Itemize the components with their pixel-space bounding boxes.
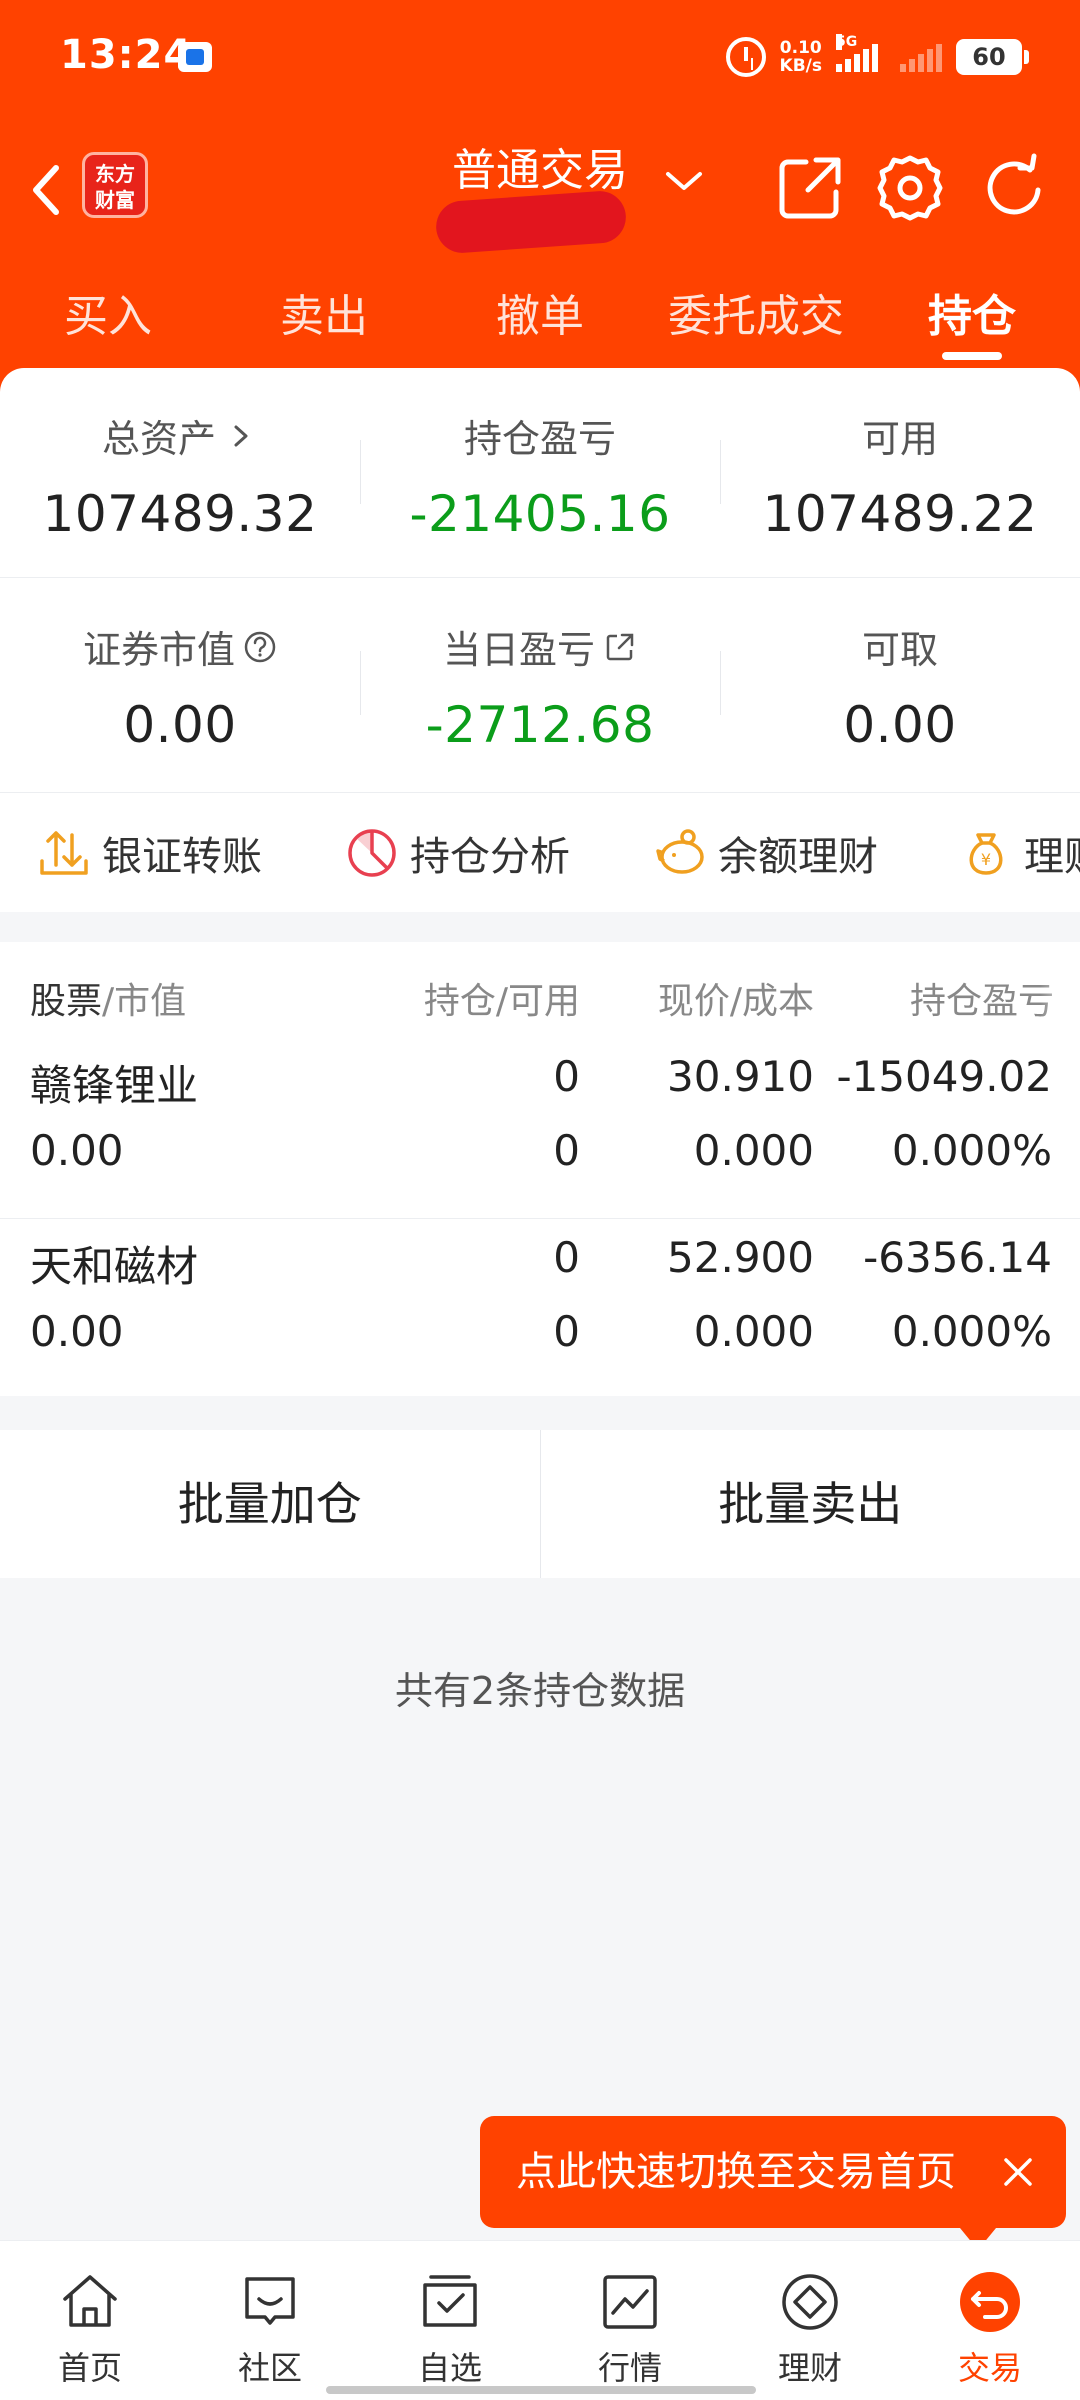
nav-home[interactable]: 首页 <box>0 2241 180 2400</box>
tab-sell[interactable]: 卖出 <box>216 280 432 360</box>
market-value: 证券市值 0.00 <box>0 579 360 789</box>
bank-transfer-button[interactable]: 银证转账 <box>36 823 262 883</box>
wealth-icon <box>782 2274 838 2330</box>
home-icon <box>63 2275 117 2327</box>
holdings-header: 股票/市值 持仓/可用 现价/成本 持仓盈亏 <box>0 942 1080 1042</box>
app-notification-icon <box>178 42 212 72</box>
external-link-icon <box>606 633 634 660</box>
transfer-icon <box>40 831 88 875</box>
piggy-bank-icon <box>656 829 704 874</box>
status-bar: 13:24 0.10 KB/s 5G 60 <box>0 0 1080 110</box>
col-position: 持仓/可用 <box>423 981 580 1022</box>
nav-wealth[interactable]: 理财 <box>720 2241 900 2400</box>
home-indicator[interactable] <box>326 2386 756 2394</box>
withdrawable: 可取 0.00 <box>720 579 1080 789</box>
total-assets[interactable]: 总资产 107489.32 <box>0 368 360 577</box>
stock-market-value: 0.00 <box>30 1126 124 1175</box>
tab-cancel[interactable]: 撤单 <box>432 280 648 360</box>
total-assets-value: 107489.32 <box>42 485 318 543</box>
community-icon <box>245 2277 295 2325</box>
money-bag-icon: ¥ <box>969 833 1003 875</box>
stock-pnl: -15049.02 <box>836 1052 1052 1101</box>
refresh-icon[interactable] <box>976 150 1052 226</box>
nav-market[interactable]: 行情 <box>540 2241 720 2400</box>
chevron-down-icon[interactable] <box>664 166 704 196</box>
status-indicators: 0.10 KB/s 5G 60 <box>725 34 1029 80</box>
holdings-count: 共有2条持仓数据 <box>394 1669 686 1713</box>
pie-chart-icon <box>348 829 396 877</box>
stock-name: 赣锋锂业 <box>30 1061 199 1110</box>
balance-wealth-button[interactable]: 余额理财 <box>652 823 878 883</box>
svg-text:¥: ¥ <box>981 850 991 869</box>
position-pnl: 持仓盈亏 -21405.16 <box>360 368 720 577</box>
share-icon[interactable] <box>772 150 848 226</box>
tab-orders[interactable]: 委托成交 <box>648 280 864 360</box>
wealth-management-button[interactable]: ¥ 理财 <box>958 823 1080 883</box>
withdrawable-value: 0.00 <box>843 696 957 754</box>
stock-name: 天和磁材 <box>30 1242 199 1291</box>
col-pnl: 持仓盈亏 <box>909 981 1054 1022</box>
batch-add-button[interactable]: 批量加仓 <box>0 1430 540 1578</box>
bottom-navigation: 首页 社区 自选 行情 理财 交易 <box>0 2240 1080 2400</box>
signal-icon <box>900 42 942 72</box>
table-row[interactable]: 赣锋锂业 0.00 0 0 30.910 0.000 -15049.02 0.0… <box>0 1042 1080 1222</box>
batch-sell-button[interactable]: 批量卖出 <box>539 1430 1080 1578</box>
alarm-icon <box>725 37 766 77</box>
trade-icon <box>960 2272 1020 2332</box>
nav-trade[interactable]: 交易 <box>900 2241 1080 2400</box>
position-pnl-value: -21405.16 <box>409 485 671 543</box>
signal-5g-icon: 5G <box>836 34 886 72</box>
tab-buy[interactable]: 买入 <box>0 280 216 360</box>
watchlist-icon <box>423 2275 477 2327</box>
holdings-table: 股票/市值 持仓/可用 现价/成本 持仓盈亏 赣锋锂业 0.00 0 0 30.… <box>0 942 1080 1396</box>
battery-icon: 60 <box>956 39 1029 75</box>
market-chart-icon <box>603 2275 657 2329</box>
stock-pnl: -6356.14 <box>863 1233 1052 1282</box>
stock-pnl-pct: 0.000% <box>891 1307 1052 1356</box>
help-circle-icon[interactable] <box>243 630 277 664</box>
daily-pnl[interactable]: 当日盈亏 -2712.68 <box>360 579 720 789</box>
app-header: 13:24 0.10 KB/s 5G 60 东方 财富 普通交易 买入 卖出 撤… <box>0 0 1080 400</box>
position-analysis-button[interactable]: 持仓分析 <box>344 823 570 883</box>
market-value-value: 0.00 <box>123 696 237 754</box>
table-row[interactable]: 天和磁材 0.00 0 0 52.900 0.000 -6356.14 0.00… <box>0 1218 1080 1398</box>
quick-actions: 银证转账 持仓分析 余额理财 ¥ 理财 <box>0 792 1080 912</box>
redacted-account <box>434 189 628 255</box>
batch-actions: 批量加仓 批量卖出 <box>0 1430 1080 1578</box>
gear-icon[interactable] <box>872 150 948 226</box>
switch-home-tooltip[interactable]: 点此快速切换至交易首页 <box>480 2116 1066 2250</box>
status-time: 13:24 <box>60 32 193 78</box>
nav-watchlist[interactable]: 自选 <box>360 2241 540 2400</box>
stock-pnl-pct: 0.000% <box>891 1126 1052 1175</box>
daily-pnl-value: -2712.68 <box>425 696 655 754</box>
chevron-right-icon <box>234 425 248 446</box>
account-summary: 总资产 107489.32 持仓盈亏 -21405.16 可用 107489.2… <box>0 368 1080 792</box>
close-icon[interactable] <box>1000 2154 1036 2190</box>
available-funds: 可用 107489.22 <box>720 368 1080 577</box>
available-funds-value: 107489.22 <box>762 485 1038 543</box>
trade-tabs: 买入 卖出 撤单 委托成交 持仓 <box>0 280 1080 360</box>
network-speed: 0.10 KB/s <box>779 38 822 76</box>
tab-positions[interactable]: 持仓 <box>864 280 1080 360</box>
nav-community[interactable]: 社区 <box>180 2241 360 2400</box>
col-price: 现价/成本 <box>657 981 814 1022</box>
stock-market-value: 0.00 <box>30 1307 124 1356</box>
